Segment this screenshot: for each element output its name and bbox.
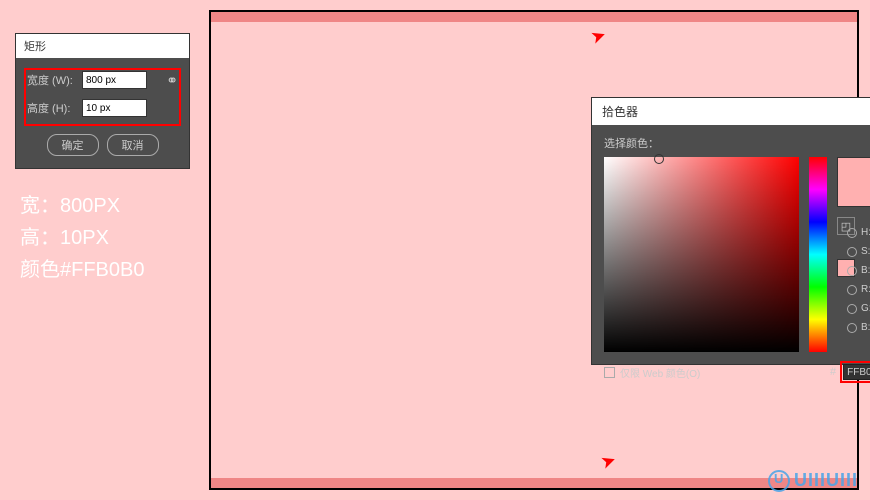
- height-input[interactable]: [82, 99, 147, 117]
- watermark: UIIIUIII: [768, 470, 858, 492]
- hex-input[interactable]: [843, 364, 870, 380]
- radio-b[interactable]: [847, 266, 857, 276]
- canvas-area: ➤ ➤ 拾色器 选择颜色： ◰ 确定 取消 颜色色板: [209, 10, 859, 490]
- arrow-icon: ➤: [598, 449, 619, 474]
- web-only-checkbox[interactable]: [604, 367, 615, 378]
- radio-s[interactable]: [847, 247, 857, 257]
- radio-h[interactable]: [847, 228, 857, 238]
- width-input[interactable]: [82, 71, 147, 89]
- hue-slider[interactable]: [809, 157, 827, 352]
- radio-r[interactable]: [847, 285, 857, 295]
- top-shape-bar: [211, 12, 857, 22]
- picker-title: 拾色器: [592, 98, 870, 125]
- select-color-label: 选择颜色：: [604, 135, 870, 151]
- hex-highlight: [840, 361, 870, 383]
- dimension-highlight: 宽度 (W): ⚭ 高度 (H):: [24, 68, 181, 126]
- height-label: 高度 (H):: [27, 100, 77, 116]
- web-only-label: 仅限 Web 颜色(O): [620, 365, 700, 380]
- ok-button[interactable]: 确定: [47, 134, 99, 156]
- cancel-button[interactable]: 取消: [107, 134, 159, 156]
- color-swatch-new: [837, 157, 870, 207]
- color-marker[interactable]: [654, 154, 664, 164]
- rectangle-dialog: 矩形 宽度 (W): ⚭ 高度 (H): 确定 取消: [15, 33, 190, 169]
- hex-prefix: #: [830, 366, 836, 378]
- arrow-icon: ➤: [588, 24, 609, 49]
- logo-icon: [768, 470, 790, 492]
- radio-g[interactable]: [847, 304, 857, 314]
- width-label: 宽度 (W):: [27, 72, 77, 88]
- color-values: H: S: B: R: G: B: C: M: Y: K:: [847, 225, 870, 355]
- summary-text: 宽：800PX 高：10PX 颜色#FFB0B0: [20, 190, 144, 286]
- saturation-brightness-field[interactable]: [604, 157, 799, 352]
- rect-title: 矩形: [16, 34, 189, 58]
- bottom-shape-bar: [211, 478, 857, 488]
- color-picker-dialog: 拾色器 选择颜色： ◰ 确定 取消 颜色色板 H:: [591, 97, 870, 365]
- radio-bb[interactable]: [847, 323, 857, 333]
- link-icon[interactable]: ⚭: [166, 72, 178, 89]
